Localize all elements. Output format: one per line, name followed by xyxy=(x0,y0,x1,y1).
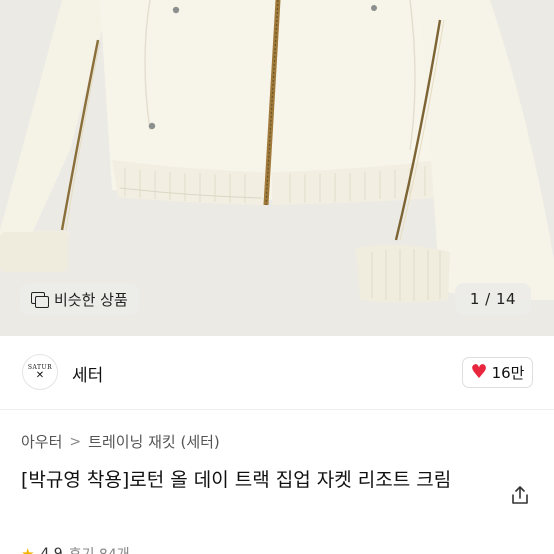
review-count: 후기 84개 xyxy=(69,544,130,554)
heart-icon: ♥ xyxy=(470,361,488,383)
similar-products-label: 비슷한 상품 xyxy=(54,290,128,309)
image-counter: 1 / 14 xyxy=(455,283,531,315)
similar-products-button[interactable]: 비슷한 상품 xyxy=(20,283,139,315)
breadcrumb-item-outer[interactable]: 아우터 xyxy=(21,431,62,452)
share-icon[interactable] xyxy=(509,484,531,506)
chevron-right-icon: > xyxy=(69,433,82,450)
like-button[interactable]: ♥ 16만 xyxy=(462,357,533,388)
brand-mark-icon: ✕ xyxy=(35,369,45,381)
breadcrumb-item-training-jacket[interactable]: 트레이닝 재킷 (세터) xyxy=(88,431,220,452)
breadcrumb: 아우터 > 트레이닝 재킷 (세터) xyxy=(21,431,220,452)
brand-row: SATUR ✕ 세터 ♥ 16만 xyxy=(0,336,554,410)
star-icon: ★ xyxy=(21,545,35,554)
product-image[interactable]: 비슷한 상품 1 / 14 xyxy=(0,0,554,336)
image-counter-text: 1 / 14 xyxy=(469,290,517,308)
rating-row[interactable]: ★ 4.9 후기 84개 xyxy=(21,544,130,554)
product-title: [박규영 착용]로턴 올 데이 트랙 집업 자켓 리조트 크림 xyxy=(21,469,452,491)
similar-items-icon xyxy=(31,292,49,308)
like-count: 16만 xyxy=(491,364,525,382)
rating-score: 4.9 xyxy=(40,546,63,554)
brand-name[interactable]: 세터 xyxy=(72,361,103,386)
brand-logo[interactable]: SATUR ✕ xyxy=(22,354,58,390)
